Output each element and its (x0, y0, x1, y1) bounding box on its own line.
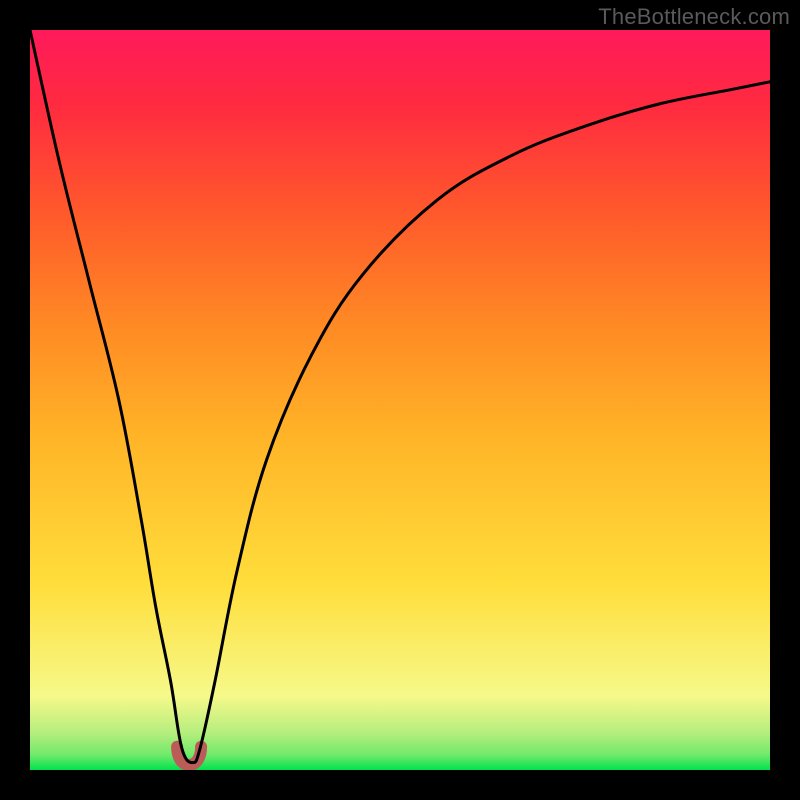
watermark-text: TheBottleneck.com (598, 4, 790, 30)
chart-frame (30, 30, 770, 770)
chart-curve-layer (30, 30, 770, 770)
bottleneck-curve (30, 30, 770, 763)
